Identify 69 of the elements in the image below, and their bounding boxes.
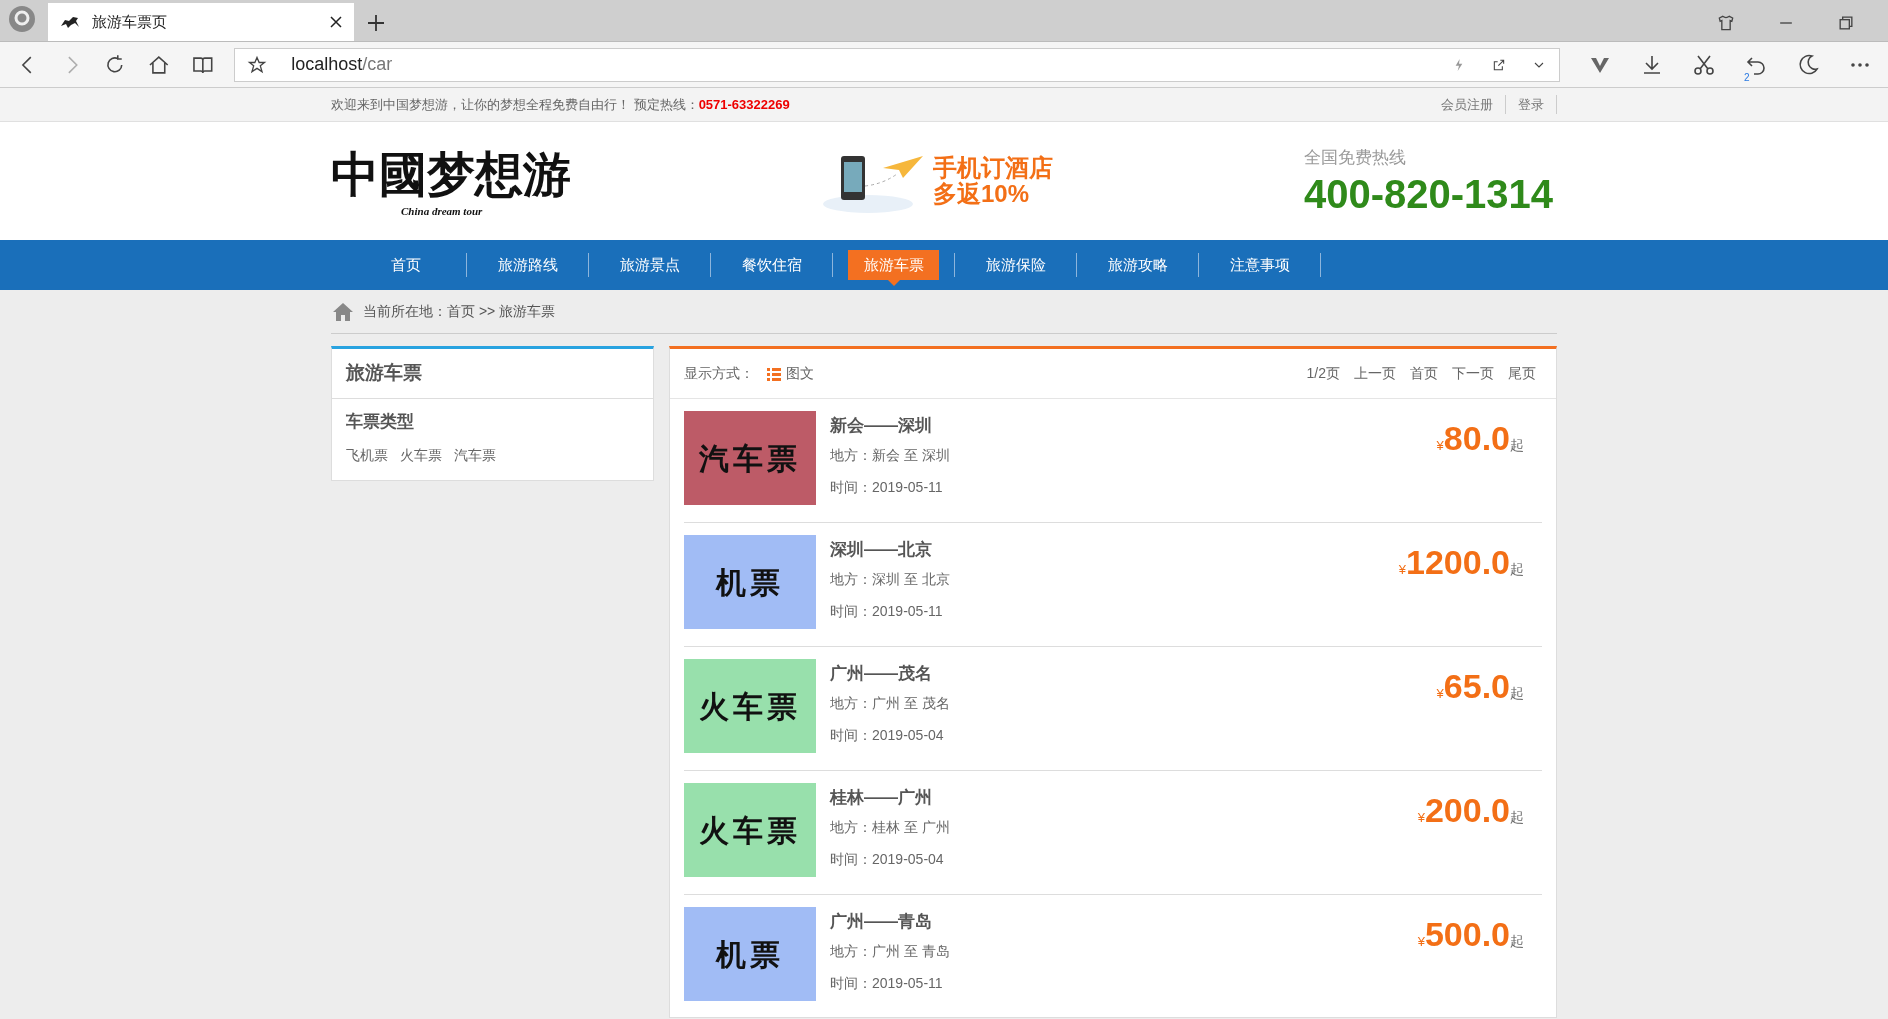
promo-text: 手机订酒店: [933, 155, 1053, 181]
breadcrumb-text: 当前所在地：首页 >> 旅游车票: [363, 302, 556, 321]
ticket-title[interactable]: 深圳——北京: [830, 537, 950, 569]
tab-title: 旅游车票页: [92, 11, 168, 32]
close-icon[interactable]: [330, 16, 342, 28]
ticket-image[interactable]: 机票: [684, 535, 816, 629]
display-label: 显示方式：: [684, 364, 754, 383]
logo-text: 中國梦想游: [331, 145, 571, 204]
top-link[interactable]: 登录: [1506, 94, 1557, 115]
browser-tab[interactable]: 旅游车票页: [48, 3, 354, 41]
ticket-place: 地方：新会 至 深圳: [830, 446, 950, 465]
ticket-title[interactable]: 桂林——广州: [830, 785, 950, 817]
pager-link[interactable]: 上一页: [1354, 363, 1396, 384]
star-icon[interactable]: [247, 54, 268, 75]
ticket-title[interactable]: 新会——深圳: [830, 413, 950, 445]
pager-link[interactable]: 尾页: [1508, 363, 1536, 384]
tab-pointer: [887, 280, 900, 286]
pager-link[interactable]: 首页: [1410, 363, 1438, 384]
ticket-place: 地方：深圳 至 北京: [830, 570, 950, 589]
badge-count: 2: [1744, 70, 1750, 85]
page-indicator[interactable]: 1/2页: [1306, 363, 1340, 384]
ticket-image[interactable]: 火车票: [684, 783, 816, 877]
ticket-date: 时间：2019-05-11: [830, 602, 944, 621]
new-tab-icon[interactable]: [366, 13, 386, 33]
ticket-price: ¥80.0起: [1436, 418, 1524, 459]
view-mode-text: 图文: [786, 364, 814, 383]
nav-tab[interactable]: 旅游攻略: [1092, 250, 1183, 280]
ticket-date: 时间：2019-05-11: [830, 478, 944, 497]
section-title: 车票类型: [346, 411, 415, 433]
ticket-type-link[interactable]: 火车票: [400, 444, 442, 466]
ticket-price: ¥1200.0起: [1398, 542, 1524, 583]
ticket-place: 地方：桂林 至 广州: [830, 818, 950, 837]
horse-icon: [60, 14, 80, 30]
ticket-title[interactable]: 广州——青岛: [830, 909, 950, 941]
ticket-place: 地方：广州 至 茂名: [830, 694, 950, 713]
ticket-type-link[interactable]: 飞机票: [346, 444, 388, 466]
logo-subtitle: China dream tour: [401, 204, 484, 218]
url-text: localhost/car: [291, 53, 394, 76]
ticket-place: 地方：广州 至 青岛: [830, 942, 950, 961]
ticket-date: 时间：2019-05-04: [830, 850, 945, 869]
welcome-text: 欢迎来到中国梦想游，让你的梦想全程免费自由行！ 预定热线：: [331, 95, 699, 114]
sidebar-title: 旅游车票: [346, 361, 422, 386]
shirt-icon[interactable]: [1716, 13, 1736, 33]
ticket-title[interactable]: 广州——茂名: [830, 661, 950, 693]
hotline-number: 400-820-1314: [1303, 170, 1553, 217]
pager-link[interactable]: 下一页: [1452, 363, 1494, 384]
nav-tab[interactable]: 注意事项: [1214, 250, 1305, 280]
moon-icon[interactable]: [1796, 52, 1821, 77]
promo-text: 多返10%: [933, 181, 1031, 207]
hotline-number: 0571-63322269: [698, 95, 790, 114]
ticket-price: ¥65.0起: [1436, 666, 1524, 707]
ticket-image[interactable]: 汽车票: [684, 411, 816, 505]
ticket-price: ¥500.0起: [1417, 914, 1524, 955]
hotline-label: 全国免费热线: [1303, 147, 1407, 170]
nav-tab[interactable]: 首页: [360, 250, 451, 280]
nav-tab[interactable]: 旅游景点: [604, 250, 695, 280]
top-link[interactable]: 会员注册: [1429, 94, 1506, 115]
ticket-price: ¥200.0起: [1417, 790, 1524, 831]
list-icon[interactable]: [766, 365, 782, 382]
nav-tab[interactable]: 旅游路线: [482, 250, 573, 280]
ticket-image[interactable]: 机票: [684, 907, 816, 1001]
nav-tab[interactable]: 旅游保险: [970, 250, 1061, 280]
ticket-image[interactable]: 火车票: [684, 659, 816, 753]
address-field[interactable]: localhost/car: [234, 47, 1561, 82]
nav-tab[interactable]: 餐饮住宿: [726, 250, 817, 280]
ticket-date: 时间：2019-05-11: [830, 974, 944, 993]
ticket-date: 时间：2019-05-04: [830, 726, 945, 745]
ticket-type-link[interactable]: 汽车票: [454, 444, 496, 466]
browser-logo-icon: [8, 5, 36, 33]
